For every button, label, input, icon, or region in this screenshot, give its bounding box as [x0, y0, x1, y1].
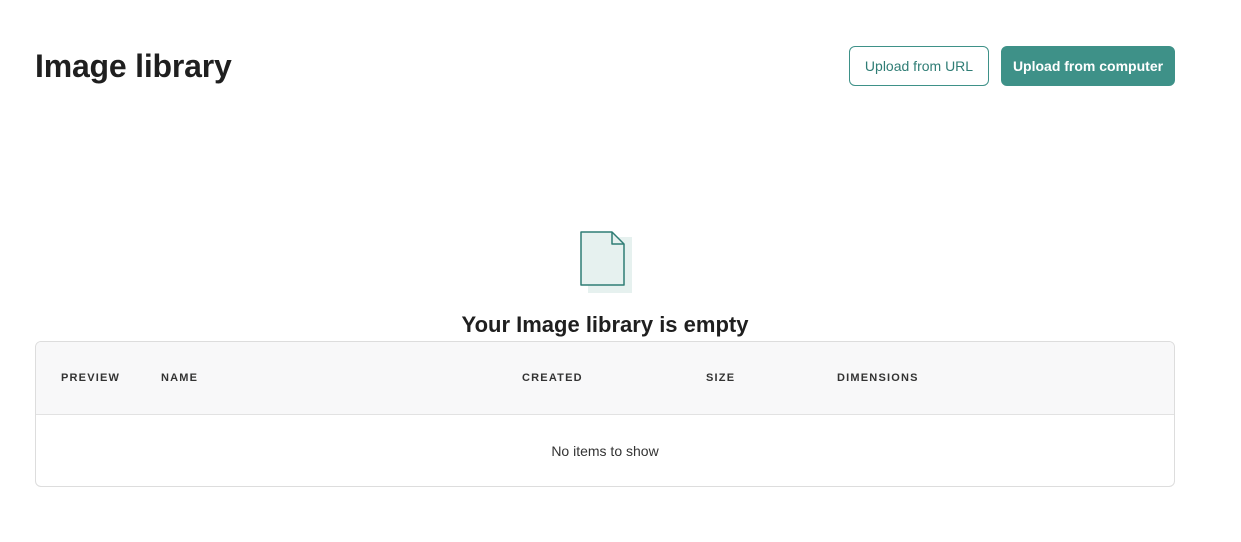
table-empty-message: No items to show [551, 443, 659, 459]
column-header-preview[interactable]: PREVIEW [61, 342, 120, 414]
column-header-dimensions[interactable]: DIMENSIONS [837, 342, 919, 414]
document-icon [578, 230, 634, 294]
column-header-size[interactable]: SIZE [706, 342, 735, 414]
image-table: PREVIEW NAME CREATED SIZE DIMENSIONS No … [35, 341, 1175, 487]
column-header-name[interactable]: NAME [161, 342, 198, 414]
empty-state-heading: Your Image library is empty [461, 312, 749, 337]
table-header: PREVIEW NAME CREATED SIZE DIMENSIONS [36, 342, 1174, 415]
upload-from-url-button[interactable]: Upload from URL [849, 46, 989, 86]
upload-from-computer-button[interactable]: Upload from computer [1001, 46, 1175, 86]
page-title: Image library [35, 48, 232, 84]
image-library-page: Image library Upload from URL Upload fro… [0, 0, 1241, 542]
column-header-created[interactable]: CREATED [522, 342, 583, 414]
